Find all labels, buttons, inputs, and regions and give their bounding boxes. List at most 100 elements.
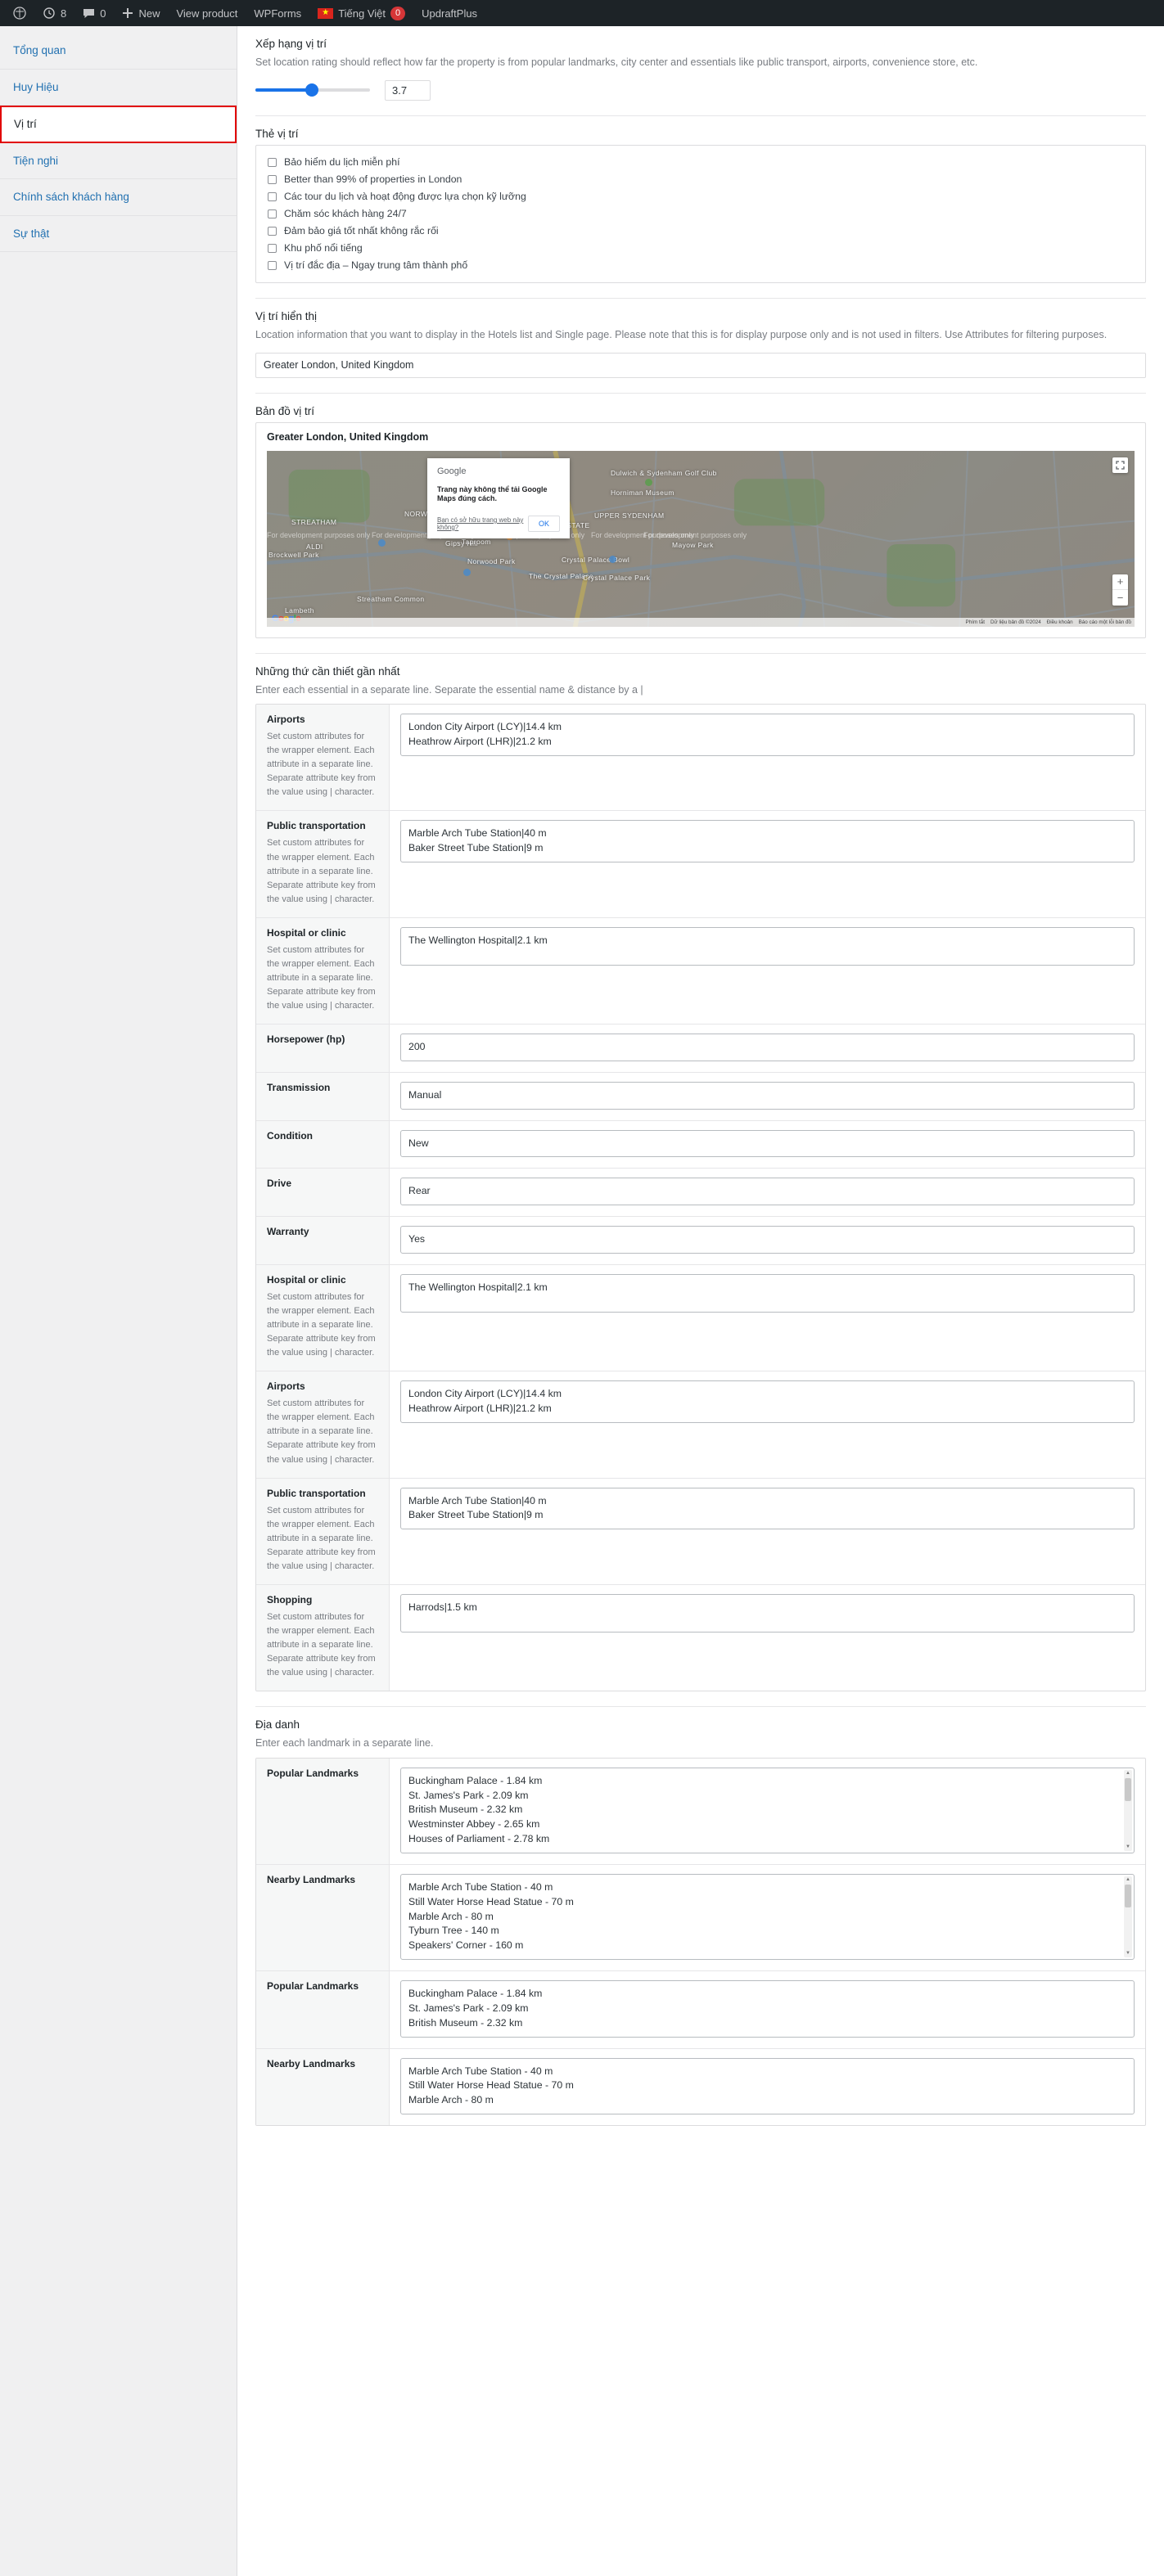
essentials-row-textarea[interactable]: Rear — [400, 1178, 1135, 1206]
adminbar-item-view-product[interactable]: View product — [168, 0, 246, 26]
location-tags-section: Thẻ vị trí Bảo hiểm du lịch miễn phí Bet… — [237, 116, 1164, 299]
scroll-down-icon[interactable]: ▼ — [1124, 1844, 1132, 1851]
essentials-row-textarea[interactable]: Manual — [400, 1081, 1135, 1110]
essentials-row-textarea[interactable]: London City Airport (LCY)|14.4 km Heathr… — [400, 1380, 1135, 1423]
checkbox-icon[interactable] — [268, 157, 277, 167]
checkbox-icon[interactable] — [268, 226, 277, 236]
landmarks-row-textarea[interactable]: Buckingham Palace - 1.84 km St. James's … — [400, 1980, 1135, 2038]
essentials-row-help: Set custom attributes for the wrapper el… — [267, 944, 376, 1011]
map-poi-dot[interactable] — [645, 478, 652, 486]
adminbar-item-updraftplus[interactable]: UpdraftPlus — [413, 0, 485, 26]
textarea-scrollbar[interactable]: ▲ ▼ — [1124, 1769, 1132, 1851]
essentials-row-textarea[interactable]: Marble Arch Tube Station|40 m Baker Stre… — [400, 820, 1135, 863]
tag-option-label: Các tour du lịch và hoạt động được lựa c… — [284, 191, 526, 203]
essentials-row-value-cell: The Wellington Hospital|2.1 km — [390, 918, 1145, 1024]
tag-option-row[interactable]: Khu phố nổi tiếng — [268, 240, 1134, 257]
zoom-out-button[interactable]: − — [1112, 590, 1128, 606]
sidebar-item-chinh-sach-khach-hang[interactable]: Chính sách khách hàng — [0, 179, 237, 216]
tag-option-row[interactable]: Đảm bảo giá tốt nhất không rắc rối — [268, 223, 1134, 240]
sidebar-item-tong-quan[interactable]: Tổng quan — [0, 33, 237, 70]
landmarks-row: Nearby Landmarks Marble Arch Tube Station… — [256, 2048, 1145, 2126]
essentials-row-textarea[interactable]: 200 — [400, 1033, 1135, 1061]
essentials-row-value-cell: Harrods|1.5 km — [390, 1585, 1145, 1691]
essentials-row-textarea[interactable]: The Wellington Hospital|2.1 km — [400, 926, 1135, 966]
landmarks-row-label-cell: Popular Landmarks — [256, 1758, 390, 1864]
essentials-row-name: Horsepower (hp) — [267, 1033, 345, 1045]
tag-option-row[interactable]: Better than 99% of properties in London — [268, 171, 1134, 188]
scroll-up-icon[interactable]: ▲ — [1124, 1770, 1132, 1777]
fullscreen-button[interactable] — [1112, 457, 1128, 473]
essentials-row-label-cell: Transmission — [256, 1072, 390, 1120]
essentials-row: Condition New — [256, 1120, 1145, 1169]
essentials-row-textarea[interactable]: Yes — [400, 1226, 1135, 1254]
tag-option-label: Đảm bảo giá tốt nhất không rắc rối — [284, 225, 439, 237]
tag-option-row[interactable]: Bảo hiểm du lịch miễn phí — [268, 154, 1134, 171]
sidebar-item-tien-nghi[interactable]: Tiện nghi — [0, 142, 237, 180]
checkbox-icon[interactable] — [268, 243, 277, 253]
map-poi-dot[interactable] — [378, 538, 386, 547]
adminbar-item-revisions[interactable]: 8 — [34, 0, 74, 26]
sidebar-item-vi-tri[interactable]: Vị trí — [0, 106, 237, 143]
zoom-in-button[interactable]: + — [1112, 574, 1128, 590]
essentials-row-name: Drive — [267, 1178, 292, 1190]
scrollbar-thumb[interactable] — [1125, 1777, 1131, 1801]
tag-option-row[interactable]: Vị trí đắc địa – Ngay trung tâm thành ph… — [268, 257, 1134, 274]
location-rating-slider[interactable] — [255, 83, 370, 97]
essentials-row-value-cell: Rear — [390, 1169, 1145, 1216]
landmarks-row-textarea[interactable]: Buckingham Palace - 1.84 km St. James's … — [400, 1767, 1135, 1853]
landmarks-row-textarea[interactable]: Marble Arch Tube Station - 40 m Still Wa… — [400, 1873, 1135, 1961]
display-location-description: Location information that you want to di… — [255, 328, 1108, 340]
essentials-row-textarea[interactable]: Harrods|1.5 km — [400, 1593, 1135, 1633]
essentials-row-textarea[interactable]: The Wellington Hospital|2.1 km — [400, 1274, 1135, 1313]
sidebar-item-huy-hieu[interactable]: Huy Hiệu — [0, 69, 237, 106]
map-label: UPPER SYDENHAM — [594, 511, 665, 520]
scroll-up-icon[interactable]: ▲ — [1124, 1876, 1132, 1884]
comment-count: 0 — [100, 7, 106, 20]
textarea-scrollbar[interactable]: ▲ ▼ — [1124, 1876, 1132, 1958]
essentials-row-textarea[interactable]: New — [400, 1129, 1135, 1158]
checkbox-icon[interactable] — [268, 174, 277, 184]
essentials-row: Drive Rear — [256, 1169, 1145, 1218]
landmarks-row-text: Marble Arch Tube Station - 40 m Still Wa… — [408, 1880, 574, 1952]
map-footer-item[interactable]: Báo cáo một lỗi bản đồ — [1079, 619, 1131, 625]
essentials-row-textarea[interactable]: London City Airport (LCY)|14.4 km Heathr… — [400, 714, 1135, 756]
adminbar-item-new[interactable]: New — [114, 0, 168, 26]
adminbar-item-wordpress[interactable] — [5, 0, 34, 26]
essentials-row-textarea[interactable]: Marble Arch Tube Station|40 m Baker Stre… — [400, 1487, 1135, 1530]
adminbar-item-wpforms[interactable]: WPForms — [246, 0, 309, 26]
admin-bar: 8 0 New View product WPForms ★ Tiếng Việ… — [0, 0, 1164, 26]
adminbar-item-language[interactable]: ★ Tiếng Việt 0 — [309, 0, 413, 26]
map-zoom-controls[interactable]: + − — [1112, 574, 1128, 606]
wordpress-icon — [13, 7, 26, 20]
location-rating-control: 3.7 — [255, 79, 1146, 101]
tag-option-row[interactable]: Chăm sóc khách hàng 24/7 — [268, 205, 1134, 223]
checkbox-icon[interactable] — [268, 260, 277, 270]
landmarks-row-text: Buckingham Palace - 1.84 km St. James's … — [408, 1988, 543, 2029]
landmarks-title: Địa danh — [255, 1718, 300, 1732]
slider-knob[interactable] — [305, 83, 318, 97]
checkbox-icon[interactable] — [268, 209, 277, 218]
landmarks-table: Popular Landmarks Buckingham Palace - 1.8… — [255, 1757, 1146, 2127]
scrollbar-thumb[interactable] — [1125, 1884, 1131, 1907]
display-location-input[interactable]: Greater London, United Kingdom — [255, 352, 1146, 378]
map-attribution-bar: Phím tắt Dữ liệu bản đồ ©2024 Điều khoản… — [267, 617, 1135, 627]
tag-option-label: Vị trí đắc địa – Ngay trung tâm thành ph… — [284, 259, 468, 272]
map-footer-item[interactable]: Phím tắt — [966, 619, 985, 625]
revisions-count: 8 — [61, 7, 67, 20]
adminbar-item-comments[interactable]: 0 — [74, 0, 114, 26]
location-rating-input[interactable]: 3.7 — [385, 79, 431, 101]
google-ok-button[interactable]: OK — [527, 515, 560, 532]
map-poi-dot[interactable] — [609, 555, 616, 563]
map-footer-item[interactable]: Điều khoản — [1047, 619, 1073, 625]
landmarks-row-value-cell: Marble Arch Tube Station - 40 m Still Wa… — [390, 1865, 1145, 1970]
google-owner-link[interactable]: Bạn có sở hữu trang web này không? — [437, 516, 528, 531]
map-poi-dot[interactable] — [463, 568, 471, 576]
google-map[interactable]: STREATHAM NORWOOD Gipsy Hill KINGSWOOD E… — [267, 450, 1135, 627]
checkbox-icon[interactable] — [268, 191, 277, 201]
map-watermark: For development purposes only — [267, 530, 371, 539]
tag-option-row[interactable]: Các tour du lịch và hoạt động được lựa c… — [268, 188, 1134, 205]
scroll-down-icon[interactable]: ▼ — [1124, 1950, 1132, 1957]
sidebar-item-su-that[interactable]: Sự thật — [0, 215, 237, 253]
landmarks-row-textarea[interactable]: Marble Arch Tube Station - 40 m Still Wa… — [400, 2057, 1135, 2115]
essentials-row-name: Transmission — [267, 1081, 331, 1093]
